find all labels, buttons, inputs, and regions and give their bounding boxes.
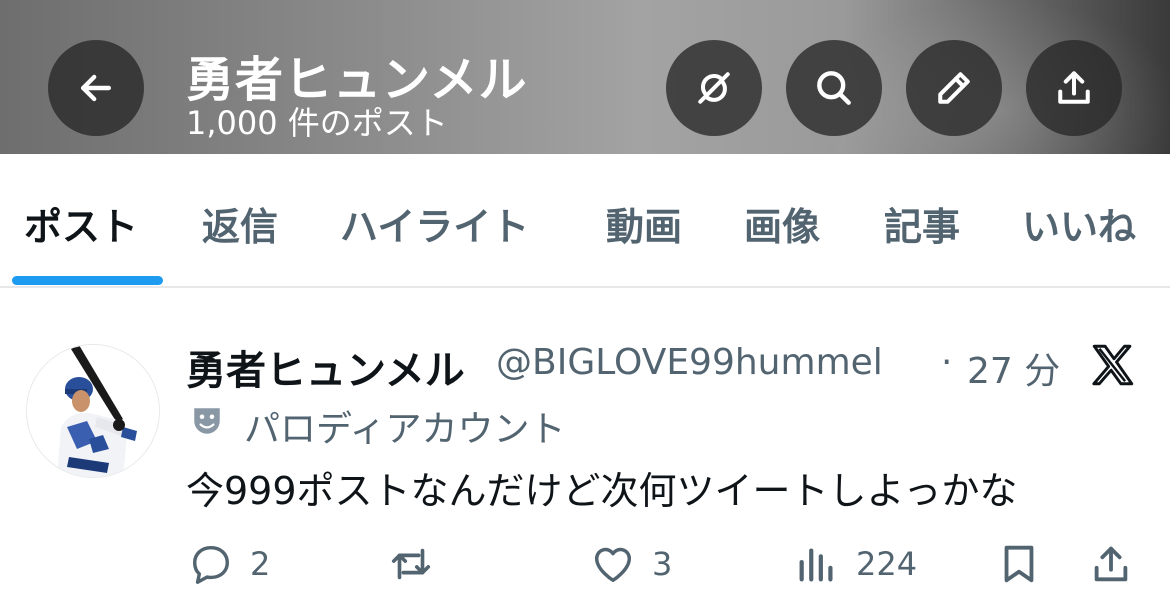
back-button[interactable] <box>48 40 144 136</box>
like-count: 3 <box>652 545 673 583</box>
search-icon <box>817 71 851 105</box>
tab-images[interactable]: 画像 <box>744 196 820 251</box>
pencil-icon <box>938 72 970 104</box>
edit-button[interactable] <box>906 40 1002 136</box>
post-text[interactable]: 今999ポストなんだけど次何ツイートしよっかな <box>186 460 1017 515</box>
like-button[interactable]: 3 <box>590 540 672 588</box>
grok-icon <box>698 72 730 104</box>
tab-articles[interactable]: 記事 <box>884 196 960 251</box>
tab-likes[interactable]: いいね <box>1022 196 1136 251</box>
reply-count: 2 <box>250 545 271 583</box>
search-button[interactable] <box>786 40 882 136</box>
baseball-player-avatar-image <box>27 345 159 477</box>
tab-posts[interactable]: ポスト <box>24 196 138 251</box>
post-count: 1,000 件のポスト <box>186 104 448 142</box>
profile-header: 勇者ヒュンメル 1,000 件のポスト <box>0 0 1170 154</box>
bookmark-button[interactable] <box>996 540 1042 588</box>
tab-videos[interactable]: 動画 <box>606 196 682 251</box>
share-post-button[interactable] <box>1088 540 1134 588</box>
repost-icon <box>391 548 431 580</box>
share-icon <box>1058 71 1090 104</box>
repost-button[interactable] <box>388 540 450 588</box>
bar-chart-icon <box>799 548 833 582</box>
avatar[interactable] <box>26 344 160 478</box>
author-name[interactable]: 勇者ヒュンメル <box>186 338 465 396</box>
share-button[interactable] <box>1026 40 1122 136</box>
tabs-divider <box>0 286 1170 288</box>
post-time[interactable]: 27 分 <box>967 342 1060 394</box>
tab-replies[interactable]: 返信 <box>202 196 278 251</box>
parody-account-label: パロディアカウント <box>244 409 566 450</box>
views-button[interactable]: 224 <box>794 540 917 588</box>
tab-highlights[interactable]: ハイライト <box>340 196 529 251</box>
reply-button[interactable]: 2 <box>188 540 270 588</box>
share-icon <box>1094 546 1128 582</box>
view-count: 224 <box>856 545 918 583</box>
arrow-left-icon <box>80 74 112 102</box>
profile-tabs: ポスト 返信 ハイライト 動画 画像 記事 いいね <box>0 154 1170 288</box>
heart-icon <box>594 547 632 583</box>
theater-mask-icon <box>194 408 220 434</box>
active-tab-indicator <box>12 276 163 285</box>
grok-button[interactable] <box>666 40 762 136</box>
meta-separator: · <box>941 342 953 383</box>
reply-icon <box>192 545 230 584</box>
author-handle[interactable]: @BIGLOVE99hummel <box>496 342 883 383</box>
bookmark-icon <box>1004 545 1034 583</box>
x-logo-icon <box>1092 344 1134 386</box>
